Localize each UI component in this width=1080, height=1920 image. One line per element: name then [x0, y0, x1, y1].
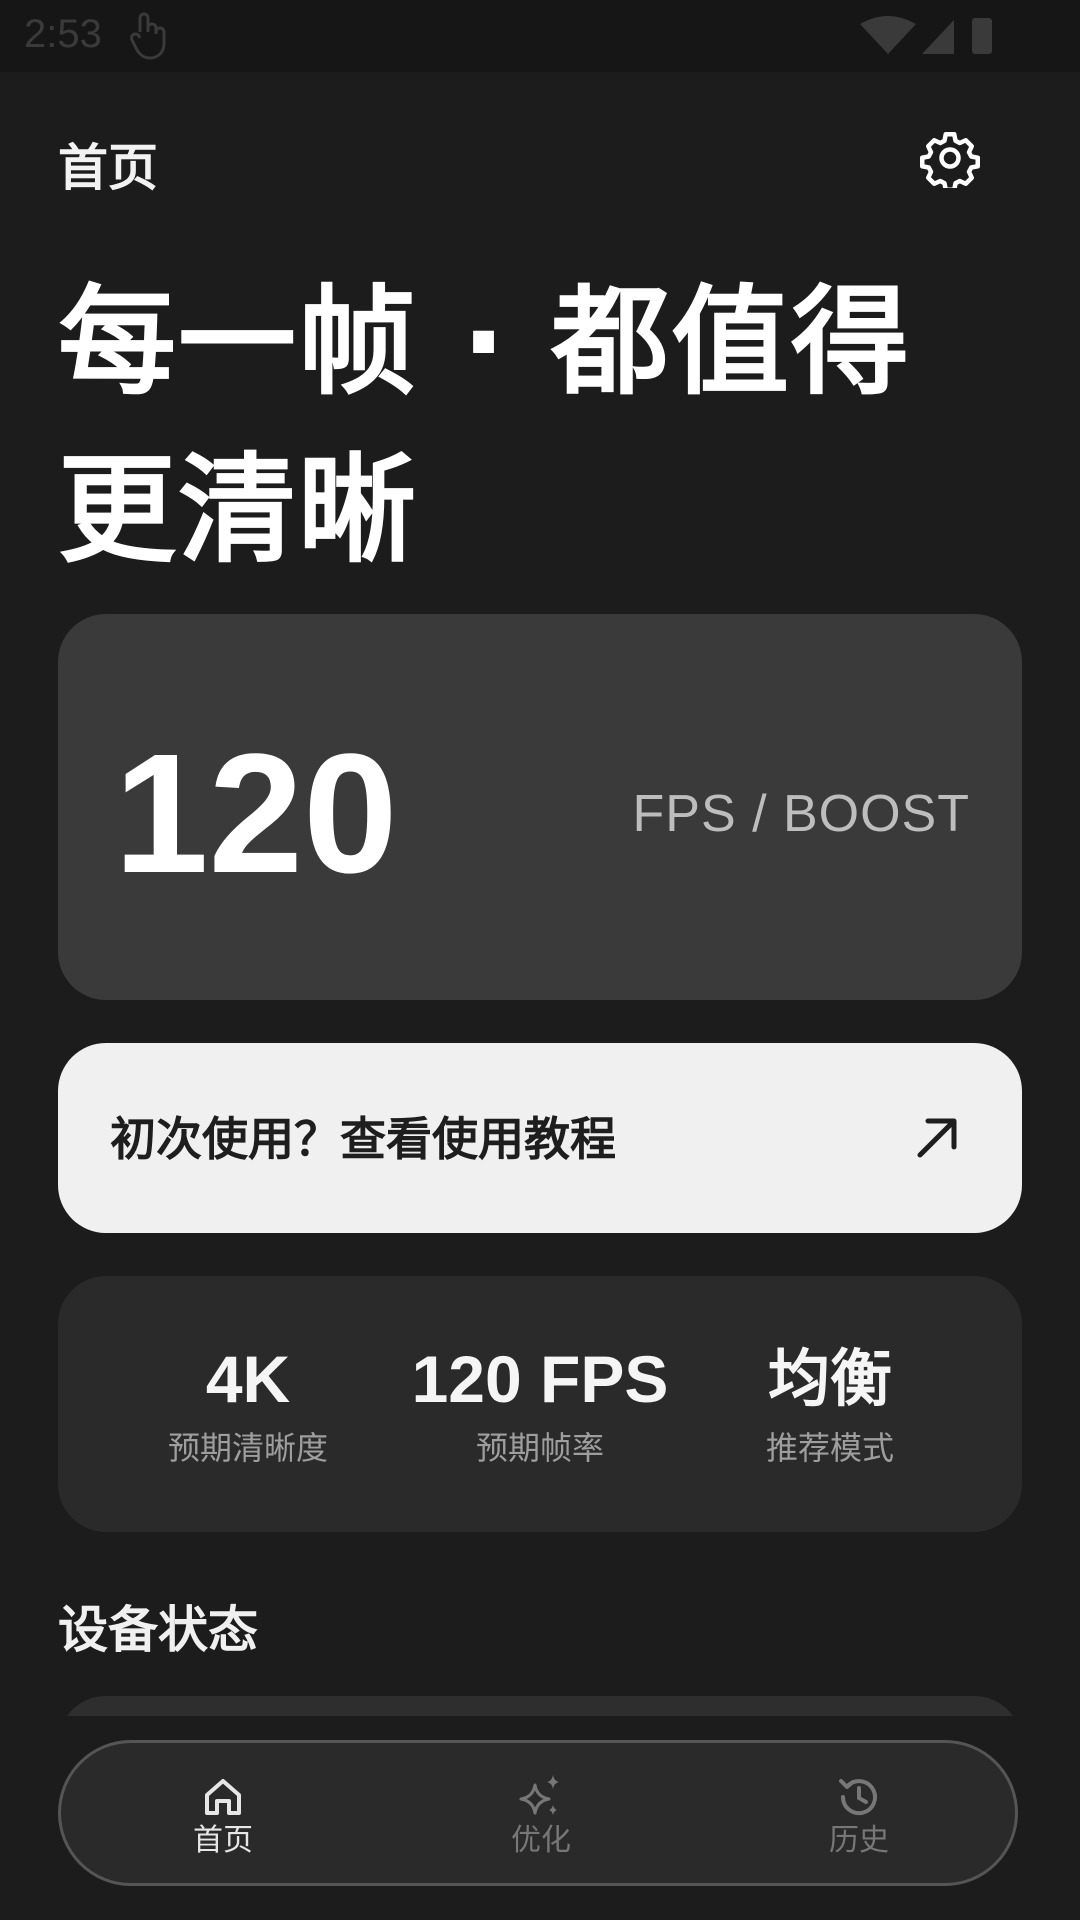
page-title: 首页 — [58, 139, 158, 197]
status-time: 2:53 — [24, 12, 102, 56]
touch-icon — [130, 12, 166, 60]
nav-label: 历史 — [829, 1823, 889, 1858]
arrow-up-right-icon — [917, 1118, 957, 1158]
nav-item-home[interactable]: 首页 — [123, 1773, 323, 1859]
status-icons — [860, 16, 992, 54]
nav-label: 首页 — [193, 1823, 253, 1858]
nav-item-history[interactable]: 历史 — [759, 1773, 959, 1859]
sparkles-icon — [519, 1775, 559, 1815]
stat-value: 4K — [205, 1342, 291, 1416]
history-icon — [839, 1779, 877, 1816]
stat-label: 预期清晰度 — [167, 1429, 328, 1467]
stat-label: 预期帧率 — [475, 1429, 604, 1467]
stat-value: 120 FPS — [411, 1342, 669, 1416]
stat-mode: 均衡 推荐模式 — [680, 1342, 980, 1470]
fps-value: 120 — [114, 719, 398, 909]
stat-framerate: 120 FPS 预期帧率 — [390, 1342, 690, 1470]
nav-label: 优化 — [511, 1823, 571, 1858]
settings-button[interactable] — [918, 126, 982, 190]
headline-line-1: 每一帧 · 都值得 — [58, 273, 911, 411]
stat-resolution: 4K 预期清晰度 — [98, 1342, 398, 1470]
nav-item-optimize[interactable]: 优化 — [441, 1773, 641, 1859]
stat-value: 均衡 — [767, 1342, 892, 1415]
gear-icon — [920, 132, 980, 188]
status-bar: 2:53 — [0, 0, 1080, 72]
headline-line-2: 更清晰 — [58, 441, 419, 579]
bottom-nav: 首页 优化 历史 — [58, 1740, 1018, 1886]
home-icon — [205, 1779, 241, 1815]
tutorial-button[interactable]: 初次使用？查看使用教程 — [58, 1043, 1022, 1233]
tutorial-text: 初次使用？查看使用教程 — [110, 1112, 616, 1166]
stats-card: 4K 预期清晰度 120 FPS 预期帧率 均衡 推荐模式 — [58, 1276, 1022, 1532]
stat-label: 推荐模式 — [765, 1429, 894, 1467]
fps-label: FPS / BOOST — [632, 785, 970, 843]
fps-card: 120 FPS / BOOST — [58, 614, 1022, 1000]
section-title-device-status: 设备状态 — [58, 1601, 258, 1659]
hero-headline: 每一帧 · 都值得 更清晰 — [58, 258, 1038, 594]
